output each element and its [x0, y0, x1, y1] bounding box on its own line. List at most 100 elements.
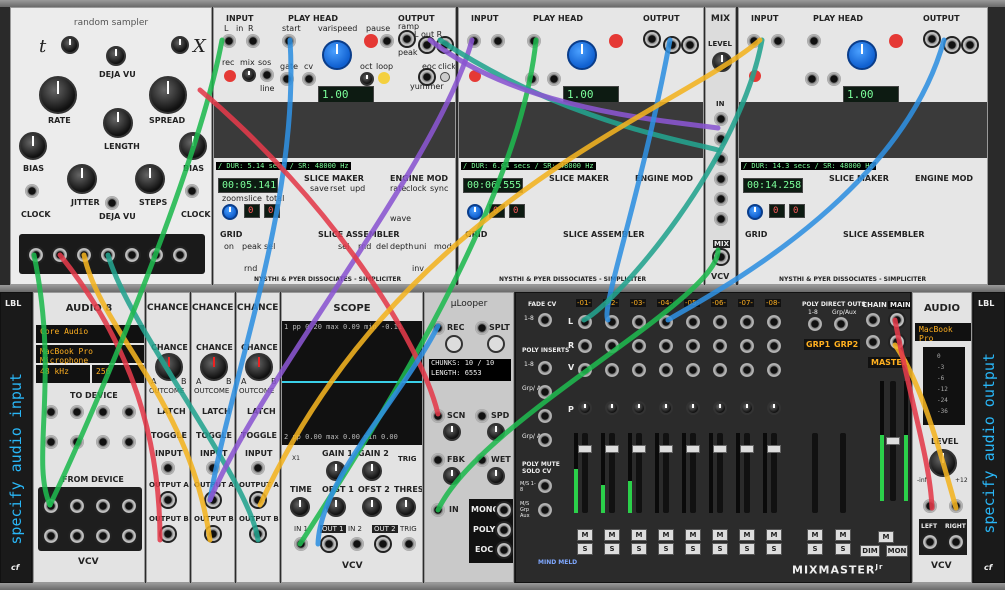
from-device-7-jack[interactable]	[96, 529, 110, 543]
track-pan-knob[interactable]	[713, 401, 727, 415]
sampler-out-6-jack[interactable]	[149, 248, 163, 262]
track-l-jack[interactable]	[605, 315, 619, 329]
fbk-knob[interactable]	[443, 467, 461, 485]
start-jack[interactable]	[807, 34, 821, 48]
wet-knob[interactable]	[487, 467, 505, 485]
master-mute-button[interactable]: M	[878, 531, 894, 543]
chance-knob[interactable]	[200, 353, 228, 381]
pause-button[interactable]	[364, 34, 378, 48]
insert-grp-send-jack[interactable]	[538, 409, 552, 423]
track-mute-button[interactable]: M	[712, 529, 728, 541]
poly-jack[interactable]	[497, 523, 511, 537]
zoom-knob[interactable]	[467, 204, 483, 220]
spd-jack[interactable]	[475, 409, 489, 423]
spread-knob[interactable]	[149, 76, 187, 114]
track-l-jack[interactable]	[713, 315, 727, 329]
track-solo-button[interactable]: S	[712, 543, 728, 555]
track-solo-button[interactable]: S	[658, 543, 674, 555]
grp1-solo-button[interactable]: S	[807, 543, 823, 555]
chances-input-jack[interactable]	[206, 461, 220, 475]
grp2-fader[interactable]	[840, 433, 846, 513]
track-l-jack[interactable]	[578, 315, 592, 329]
zoom-knob[interactable]	[222, 204, 238, 220]
out2-jack[interactable]	[376, 537, 390, 551]
rec-jack[interactable]	[431, 321, 445, 335]
t-knob[interactable]	[61, 36, 79, 54]
mix-in-2-jack[interactable]	[714, 132, 728, 146]
track-solo-button[interactable]: S	[685, 543, 701, 555]
master-fader[interactable]	[886, 381, 900, 501]
track-l-jack[interactable]	[740, 315, 754, 329]
rec-button[interactable]	[224, 70, 236, 82]
track-mute-button[interactable]: M	[577, 529, 593, 541]
waveform-display[interactable]	[214, 102, 455, 158]
track-solo-button[interactable]: S	[604, 543, 620, 555]
track-v-jack[interactable]	[605, 363, 619, 377]
track-pan-knob[interactable]	[686, 401, 700, 415]
mix-in-6-jack[interactable]	[714, 212, 728, 226]
track-solo-button[interactable]: S	[739, 543, 755, 555]
pause-button[interactable]	[889, 34, 903, 48]
gate-jack[interactable]	[525, 72, 539, 86]
track-r-jack[interactable]	[659, 339, 673, 353]
output-a-jack[interactable]	[161, 493, 175, 507]
track-fader[interactable]	[740, 433, 754, 513]
mono-jack[interactable]	[497, 503, 511, 517]
pause-jack[interactable]	[380, 34, 394, 48]
sampler-out-2-jack[interactable]	[53, 248, 67, 262]
spd-knob[interactable]	[487, 423, 505, 441]
waveform-display[interactable]	[459, 102, 703, 158]
track-r-jack[interactable]	[767, 339, 781, 353]
sampler-out-1-jack[interactable]	[29, 248, 43, 262]
start-jack[interactable]	[282, 34, 296, 48]
track-fader[interactable]	[632, 433, 646, 513]
track-fader[interactable]	[686, 433, 700, 513]
input-r-jack[interactable]	[246, 34, 260, 48]
audio-driver-select[interactable]: Core Audio	[36, 325, 144, 343]
gate-jack[interactable]	[805, 72, 819, 86]
ramp-jack[interactable]	[645, 32, 659, 46]
ramp-jack[interactable]	[925, 32, 939, 46]
track-pan-knob[interactable]	[740, 401, 754, 415]
start-jack[interactable]	[527, 34, 541, 48]
track-fader[interactable]	[713, 433, 727, 513]
from-device-6-jack[interactable]	[70, 529, 84, 543]
output-b-jack[interactable]	[206, 527, 220, 541]
deja-vu-jack[interactable]	[105, 196, 119, 210]
length-knob[interactable]	[103, 108, 133, 138]
varispeed-knob[interactable]	[847, 40, 877, 70]
in1-jack[interactable]	[294, 537, 308, 551]
track-r-jack[interactable]	[578, 339, 592, 353]
output-a-jack[interactable]	[206, 493, 220, 507]
from-device-2-jack[interactable]	[70, 499, 84, 513]
track-l-jack[interactable]	[686, 315, 700, 329]
sos-jack[interactable]	[260, 68, 274, 82]
direct-out-grp-jack[interactable]	[834, 317, 848, 331]
master-fader-cap[interactable]	[886, 437, 900, 445]
rec-button[interactable]	[445, 335, 463, 353]
pause-button[interactable]	[609, 34, 623, 48]
fade-cv-jack[interactable]	[538, 313, 552, 327]
zoom-knob[interactable]	[747, 204, 763, 220]
track-pan-knob[interactable]	[578, 401, 592, 415]
eoc-jack[interactable]	[497, 543, 511, 557]
block-size-select[interactable]: 256	[92, 365, 144, 383]
track-r-jack[interactable]	[740, 339, 754, 353]
rout-jack[interactable]	[963, 38, 977, 52]
track-fader-cap[interactable]	[605, 445, 619, 453]
from-device-3-jack[interactable]	[96, 499, 110, 513]
from-device-1-jack[interactable]	[44, 499, 58, 513]
track-pan-knob[interactable]	[767, 401, 781, 415]
mix-in-4-jack[interactable]	[714, 172, 728, 186]
in2-jack[interactable]	[350, 537, 364, 551]
splt-button[interactable]	[487, 335, 505, 353]
track-v-jack[interactable]	[659, 363, 673, 377]
varispeed-knob[interactable]	[567, 40, 597, 70]
jitter-knob[interactable]	[67, 164, 97, 194]
chain-l-jack[interactable]	[866, 313, 880, 327]
click-button[interactable]	[440, 72, 450, 82]
mute-grp-jack[interactable]	[538, 503, 552, 517]
sampler-out-4-jack[interactable]	[101, 248, 115, 262]
track-pan-knob[interactable]	[659, 401, 673, 415]
track-v-jack[interactable]	[713, 363, 727, 377]
